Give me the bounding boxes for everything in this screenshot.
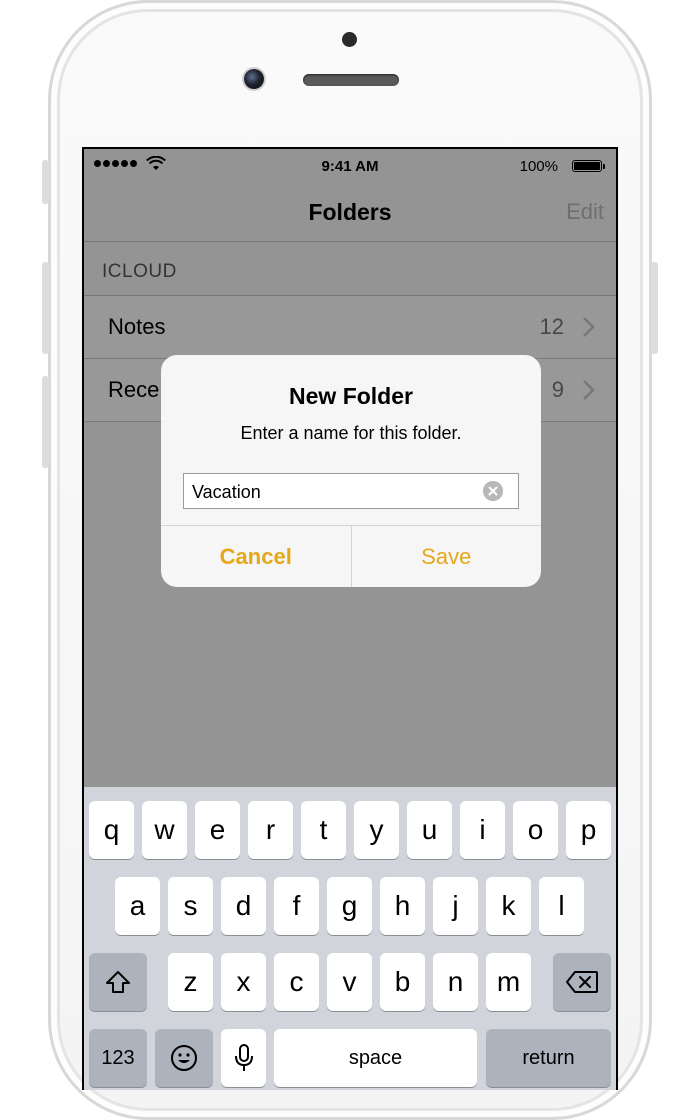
- key-r[interactable]: r: [248, 801, 293, 859]
- cancel-button[interactable]: Cancel: [161, 526, 352, 587]
- alert-title: New Folder: [289, 383, 413, 409]
- key-k[interactable]: k: [486, 877, 531, 935]
- key-e[interactable]: e: [195, 801, 240, 859]
- shift-key[interactable]: [89, 953, 147, 1011]
- key-q[interactable]: q: [89, 801, 134, 859]
- key-a[interactable]: a: [115, 877, 160, 935]
- save-button[interactable]: Save: [352, 526, 542, 587]
- key-h[interactable]: h: [380, 877, 425, 935]
- screen: 9:41 AM 100% Folders Edit ICLOUD Notes 1…: [82, 147, 618, 1090]
- key-x[interactable]: x: [221, 953, 266, 1011]
- folder-name-field[interactable]: [183, 473, 519, 510]
- delete-key[interactable]: [553, 953, 611, 1011]
- return-key[interactable]: return: [486, 1029, 611, 1087]
- alert-buttons: Cancel Save: [161, 525, 541, 587]
- key-l[interactable]: l: [539, 877, 584, 935]
- screen-content: 9:41 AM 100% Folders Edit ICLOUD Notes 1…: [84, 149, 616, 1090]
- key-p[interactable]: p: [566, 801, 611, 859]
- key-v[interactable]: v: [327, 953, 372, 1011]
- keyboard: q w e r t y u i o p a s d f g h j k l z …: [84, 787, 616, 1090]
- key-t[interactable]: t: [301, 801, 346, 859]
- emoji-key[interactable]: [155, 1029, 213, 1087]
- mute-switch: [42, 160, 49, 204]
- front-camera: [244, 69, 264, 89]
- clear-text-icon[interactable]: [483, 481, 503, 501]
- space-key[interactable]: space: [274, 1029, 477, 1087]
- microphone-icon: [234, 1044, 253, 1071]
- key-j[interactable]: j: [433, 877, 478, 935]
- key-s[interactable]: s: [168, 877, 213, 935]
- keyboard-row-2: a s d f g h j k l: [84, 877, 616, 937]
- key-y[interactable]: y: [354, 801, 399, 859]
- volume-up-button: [42, 262, 49, 354]
- emoji-icon: [171, 1045, 197, 1071]
- key-f[interactable]: f: [274, 877, 319, 935]
- keyboard-row-4: 123 space return: [84, 1029, 616, 1089]
- key-d[interactable]: d: [221, 877, 266, 935]
- proximity-sensor: [342, 32, 357, 47]
- key-g[interactable]: g: [327, 877, 372, 935]
- volume-down-button: [42, 376, 49, 468]
- alert-message: Enter a name for this folder.: [240, 423, 462, 443]
- key-w[interactable]: w: [142, 801, 187, 859]
- power-button: [651, 262, 658, 354]
- key-o[interactable]: o: [513, 801, 558, 859]
- key-u[interactable]: u: [407, 801, 452, 859]
- shift-icon: [106, 971, 130, 993]
- dictation-key[interactable]: [221, 1029, 266, 1087]
- keyboard-row-3: z x c v b n m: [84, 953, 616, 1013]
- keyboard-row-1: q w e r t y u i o p: [84, 801, 616, 861]
- key-n[interactable]: n: [433, 953, 478, 1011]
- numbers-key[interactable]: 123: [89, 1029, 147, 1087]
- key-c[interactable]: c: [274, 953, 319, 1011]
- key-z[interactable]: z: [168, 953, 213, 1011]
- key-i[interactable]: i: [460, 801, 505, 859]
- earpiece-speaker: [303, 74, 399, 86]
- key-b[interactable]: b: [380, 953, 425, 1011]
- backspace-icon: [566, 971, 598, 993]
- key-m[interactable]: m: [486, 953, 531, 1011]
- folder-name-input[interactable]: [190, 474, 484, 510]
- new-folder-alert: New Folder Enter a name for this folder.…: [161, 355, 541, 587]
